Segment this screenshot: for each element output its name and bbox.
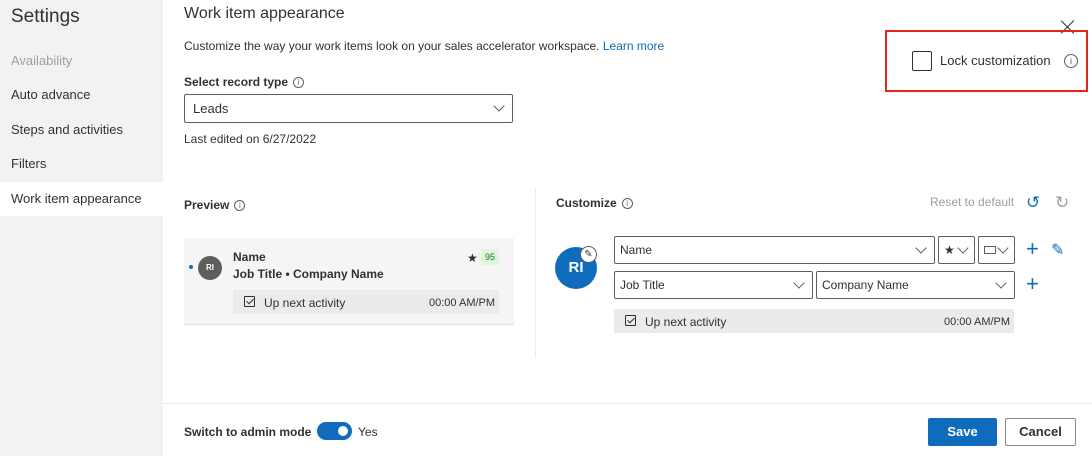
admin-mode-value: Yes (358, 425, 378, 439)
reset-to-default-link[interactable]: Reset to default (930, 195, 1014, 209)
customize-label: Customize i (556, 196, 633, 210)
customize-label-text: Customize (556, 196, 617, 210)
avatar: RI (198, 256, 222, 280)
checkbox-icon (244, 296, 255, 307)
chevron-down-icon (493, 100, 505, 112)
company-name-field-select[interactable]: Company Name (816, 271, 1015, 299)
record-type-select[interactable]: Leads (184, 94, 513, 123)
settings-dialog: Settings Availability Auto advance Steps… (0, 0, 1092, 456)
lock-customization-label: Lock customization (940, 53, 1051, 68)
score-badge: 95 (481, 249, 499, 265)
learn-more-link[interactable]: Learn more (603, 39, 664, 53)
undo-icon[interactable]: ↺ (1026, 193, 1040, 213)
preview-subtitle: Job Title • Company Name (233, 267, 384, 281)
badge-field-select[interactable] (978, 236, 1015, 264)
checkbox-icon (625, 315, 636, 326)
chevron-down-icon (997, 242, 1009, 254)
save-button[interactable]: Save (928, 418, 997, 446)
info-icon[interactable]: i (293, 77, 305, 89)
edit-avatar-icon[interactable]: ✎ (580, 246, 597, 263)
redo-icon[interactable]: ↻ (1055, 193, 1069, 213)
chevron-down-icon (793, 277, 805, 289)
sidebar: Settings Availability Auto advance Steps… (0, 0, 163, 456)
add-field-icon[interactable]: + (1026, 238, 1039, 260)
info-icon[interactable]: i (234, 200, 246, 212)
job-title-field-select[interactable]: Job Title (614, 271, 813, 299)
preview-activity-text: Up next activity (264, 296, 346, 310)
record-type-label: Select record type i (184, 75, 305, 89)
company-name-field-value: Company Name (822, 278, 909, 292)
sidebar-item-steps-and-activities[interactable]: Steps and activities (0, 113, 163, 147)
lock-customization-checkbox[interactable] (912, 51, 932, 71)
footer-divider (163, 403, 1092, 404)
sidebar-title: Settings (11, 6, 80, 27)
preview-name: Name (233, 250, 266, 264)
sidebar-item-availability[interactable]: Availability (0, 44, 163, 78)
chevron-down-icon (957, 242, 969, 254)
edit-add-icon[interactable]: ✎ (1051, 240, 1064, 260)
page-description: Customize the way your work items look o… (184, 39, 664, 53)
add-field-icon[interactable]: + (1026, 273, 1039, 295)
preview-activity-time: 00:00 AM/PM (429, 297, 496, 309)
star-field-select[interactable]: ★ (938, 236, 975, 264)
description-text: Customize the way your work items look o… (184, 39, 600, 53)
name-field-value: Name (620, 243, 653, 257)
sidebar-item-auto-advance[interactable]: Auto advance (0, 78, 163, 112)
section-divider (535, 188, 536, 358)
star-icon: ★ (467, 251, 478, 265)
sidebar-item-work-item-appearance[interactable]: Work item appearance (0, 182, 163, 216)
badge-icon (984, 246, 996, 254)
customize-activity-time: 00:00 AM/PM (944, 316, 1011, 328)
customize-activity-text: Up next activity (645, 315, 727, 329)
admin-mode-toggle[interactable] (317, 422, 352, 440)
chevron-down-icon (915, 242, 927, 254)
admin-mode-label: Switch to admin mode (184, 425, 312, 439)
sidebar-item-filters[interactable]: Filters (0, 147, 163, 181)
chevron-down-icon (995, 277, 1007, 289)
unread-indicator (189, 265, 193, 269)
name-field-select[interactable]: Name (614, 236, 935, 264)
page-title: Work item appearance (184, 5, 345, 22)
star-field-value: ★ (944, 243, 955, 257)
preview-label: Preview i (184, 198, 246, 212)
job-title-field-value: Job Title (620, 278, 665, 292)
record-type-label-text: Select record type (184, 75, 289, 89)
cancel-button[interactable]: Cancel (1005, 418, 1076, 446)
info-icon[interactable]: i (621, 198, 633, 210)
info-icon[interactable]: i (1064, 54, 1078, 68)
last-edited-text: Last edited on 6/27/2022 (184, 132, 317, 146)
record-type-value: Leads (193, 101, 229, 116)
preview-label-text: Preview (184, 198, 230, 212)
